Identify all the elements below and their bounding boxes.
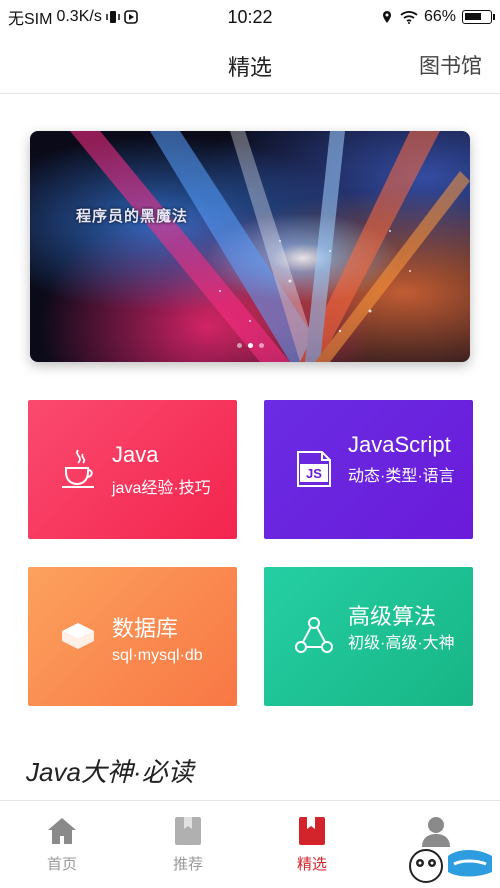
- bookmark-icon: [175, 817, 201, 845]
- banner-rays: [70, 131, 470, 362]
- status-bar: 无SIM 0.3K/s 10:22 66%: [0, 0, 500, 34]
- category-desc: sql·mysql·db: [112, 647, 203, 664]
- category-card-database[interactable]: 数据库 sql·mysql·db: [28, 567, 237, 706]
- category-desc: 动态·类型·语言: [348, 468, 455, 485]
- carousel-dot[interactable]: [258, 343, 264, 348]
- category-name: JavaScript: [348, 432, 451, 457]
- battery-icon: [462, 10, 495, 24]
- section-title: Java大神·必读: [26, 757, 194, 787]
- carousel-dots: [30, 343, 470, 348]
- category-card-java[interactable]: Java java经验·技巧: [28, 400, 237, 539]
- status-right: 66%: [380, 8, 495, 26]
- category-name: Java: [112, 442, 159, 467]
- nav-label: 推荐: [172, 856, 203, 873]
- wifi-icon: [400, 11, 418, 24]
- battery-percent: 66%: [423, 8, 456, 25]
- category-desc: java经验·技巧: [112, 480, 211, 497]
- banner-text: 程序员的黑魔法: [76, 208, 189, 225]
- category-name: 数据库: [112, 616, 179, 641]
- book-icon: [299, 817, 325, 845]
- banner-carousel[interactable]: 程序员的黑魔法: [30, 131, 470, 362]
- nav-label: 精选: [296, 856, 327, 873]
- category-name: 高级算法: [348, 604, 437, 629]
- location-icon: [382, 11, 391, 23]
- js-icon: JS: [297, 451, 331, 487]
- nav-label: 首页: [46, 856, 77, 873]
- svg-text:JS: JS: [306, 466, 322, 481]
- category-card-javascript[interactable]: JS JavaScript 动态·类型·语言: [264, 400, 473, 539]
- nav-item-recommend[interactable]: 推荐: [148, 815, 228, 874]
- bottom-nav: 首页 推荐 精选: [0, 800, 500, 888]
- database-icon: [62, 623, 94, 649]
- nav-item-featured[interactable]: 精选: [272, 815, 352, 874]
- app-header: 精选 图书馆: [0, 36, 500, 94]
- java-cup-icon: [62, 449, 94, 488]
- carousel-dot[interactable]: [247, 343, 253, 348]
- category-desc: 初级·高级·大神: [348, 635, 455, 652]
- carousel-dot[interactable]: [236, 343, 242, 348]
- watermark-logo: [409, 849, 492, 883]
- nav-item-home[interactable]: 首页: [22, 815, 102, 874]
- algorithm-icon: [295, 617, 333, 653]
- category-card-algorithm[interactable]: 高级算法 初级·高级·大神: [264, 567, 473, 706]
- library-link[interactable]: 图书馆: [419, 50, 482, 80]
- home-icon: [48, 818, 76, 844]
